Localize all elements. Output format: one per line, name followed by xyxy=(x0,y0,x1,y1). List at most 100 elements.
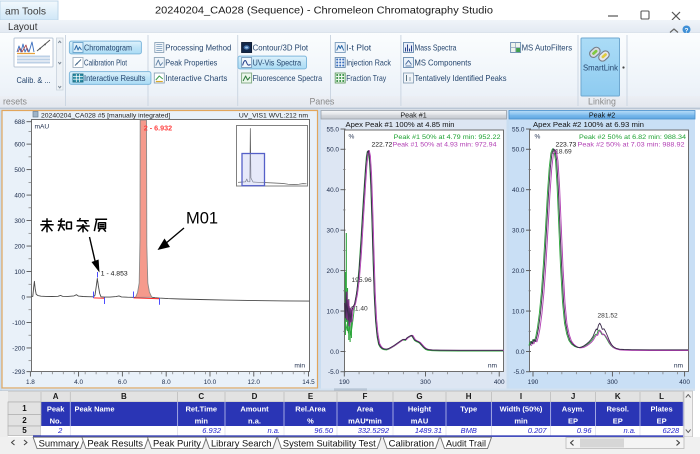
svg-text:No.: No. xyxy=(50,416,62,425)
svg-text:1 - 4.853: 1 - 4.853 xyxy=(101,271,128,278)
svg-text:0.207: 0.207 xyxy=(528,426,548,435)
svg-text:Fraction Tray: Fraction Tray xyxy=(346,73,387,83)
svg-text:Peak Name: Peak Name xyxy=(75,404,115,413)
svg-text:I: I xyxy=(520,392,522,401)
svg-text:Audit Trail: Audit Trail xyxy=(446,438,486,448)
svg-text:EP: EP xyxy=(657,416,667,425)
svg-text:Apex Peak #1 100% at 4.85 min: Apex Peak #1 100% at 4.85 min xyxy=(346,120,455,129)
svg-text:Peak #1 50% at 4.79 min: 952.2: Peak #1 50% at 4.79 min: 952.22 xyxy=(394,134,501,141)
svg-text:Tentatively Identified Peaks: Tentatively Identified Peaks xyxy=(415,73,507,83)
svg-text:Resol.: Resol. xyxy=(606,404,629,413)
svg-text:400: 400 xyxy=(494,379,505,386)
svg-text:300: 300 xyxy=(607,379,618,386)
svg-text:55.0: 55.0 xyxy=(327,126,340,133)
svg-text:688: 688 xyxy=(14,119,25,126)
svg-text:6.0: 6.0 xyxy=(118,379,127,386)
svg-text:12.0: 12.0 xyxy=(248,379,261,386)
svg-text:min: min xyxy=(195,416,209,425)
svg-text:mAU: mAU xyxy=(411,416,429,425)
svg-text:K: K xyxy=(615,392,621,401)
svg-text:Peak #1 50% at 4.93 min: 972.9: Peak #1 50% at 4.93 min: 972.94 xyxy=(393,142,497,149)
svg-text:-200: -200 xyxy=(12,345,25,352)
svg-text:Type: Type xyxy=(460,404,477,413)
svg-text:0.96: 0.96 xyxy=(577,426,592,435)
svg-text:n.a.: n.a. xyxy=(267,426,280,435)
svg-text:Linking: Linking xyxy=(588,97,616,107)
svg-text:Interactive Charts: Interactive Charts xyxy=(165,73,227,83)
svg-text:6228: 6228 xyxy=(663,426,681,435)
svg-text:300: 300 xyxy=(420,379,431,386)
svg-text:H: H xyxy=(466,392,472,401)
svg-text:Peak #2 50% at 6.82 min: 988.3: Peak #2 50% at 6.82 min: 988.34 xyxy=(579,134,686,141)
svg-text:nm: nm xyxy=(488,363,498,370)
svg-text:2: 2 xyxy=(22,416,27,425)
svg-text:EP: EP xyxy=(613,416,623,425)
svg-text:min: min xyxy=(514,416,528,425)
svg-text:400: 400 xyxy=(14,192,25,199)
svg-text:40.0: 40.0 xyxy=(512,187,525,194)
svg-text:0.0: 0.0 xyxy=(516,349,525,356)
svg-text:Width (50%): Width (50%) xyxy=(500,404,543,413)
svg-text:J: J xyxy=(571,392,575,401)
svg-text:min: min xyxy=(294,363,305,370)
svg-text:8.0: 8.0 xyxy=(162,379,171,386)
svg-text:Asym.: Asym. xyxy=(562,404,585,413)
svg-text:-5.0: -5.0 xyxy=(328,369,339,376)
svg-text:resets: resets xyxy=(3,97,28,107)
svg-text:96.50: 96.50 xyxy=(314,426,334,435)
svg-text:Peak Properties: Peak Properties xyxy=(165,58,217,68)
svg-text:n.a.: n.a. xyxy=(623,426,636,435)
svg-text:400: 400 xyxy=(679,379,690,386)
svg-text:Calibration: Calibration xyxy=(389,438,434,448)
svg-text:I-t Plot: I-t Plot xyxy=(346,43,372,53)
svg-text:1.8: 1.8 xyxy=(26,379,35,386)
svg-text:Injection Rack: Injection Rack xyxy=(346,58,391,68)
svg-text:Apex Peak #2 100% at 6.93 min: Apex Peak #2 100% at 6.93 min xyxy=(533,120,644,129)
svg-text:Amount: Amount xyxy=(240,404,269,413)
svg-text:UV_VIS1 WVL:212 nm: UV_VIS1 WVL:212 nm xyxy=(239,113,308,120)
svg-text:Processing Method: Processing Method xyxy=(165,43,231,53)
svg-text:Ret.Time: Ret.Time xyxy=(186,404,218,413)
svg-text:%: % xyxy=(535,134,541,141)
svg-text:20.0: 20.0 xyxy=(512,268,525,275)
svg-text:L: L xyxy=(659,392,664,401)
svg-text:Layout: Layout xyxy=(8,22,38,33)
svg-text:190: 190 xyxy=(528,379,539,386)
svg-text:20240204_CA028 #5 [manually in: 20240204_CA028 #5 [manually integrated] xyxy=(41,113,170,120)
svg-text:G: G xyxy=(416,392,422,401)
svg-text:BMB: BMB xyxy=(461,426,477,435)
svg-text:Calibration Plot: Calibration Plot xyxy=(84,58,127,68)
svg-text:222.72: 222.72 xyxy=(372,142,393,149)
svg-text:500: 500 xyxy=(14,167,25,174)
svg-text:Peak #2: Peak #2 xyxy=(589,110,615,119)
svg-text:Contour/3D Plot: Contour/3D Plot xyxy=(253,43,309,53)
svg-text:Height: Height xyxy=(408,404,432,413)
svg-text:Peak: Peak xyxy=(47,404,65,413)
svg-text:MS AutoFilters: MS AutoFilters xyxy=(522,43,573,53)
svg-text:M01: M01 xyxy=(186,210,218,228)
svg-text:-100: -100 xyxy=(12,320,25,327)
svg-text:195.96: 195.96 xyxy=(352,277,373,284)
svg-text:n.a.: n.a. xyxy=(248,416,261,425)
svg-text:mAU: mAU xyxy=(35,124,50,131)
svg-text:190: 190 xyxy=(339,379,350,386)
svg-text:System Suitability Test: System Suitability Test xyxy=(283,438,376,448)
svg-text:600: 600 xyxy=(14,142,25,149)
svg-text:10.0: 10.0 xyxy=(204,379,217,386)
svg-text:Panes: Panes xyxy=(310,97,336,107)
svg-text:2 - 6.932: 2 - 6.932 xyxy=(144,124,172,133)
svg-text:1: 1 xyxy=(22,404,27,413)
svg-text:-5.0: -5.0 xyxy=(513,369,524,376)
svg-text:Peak #1: Peak #1 xyxy=(400,110,426,119)
svg-text:50.0: 50.0 xyxy=(327,147,340,154)
svg-text:-293: -293 xyxy=(12,369,25,376)
svg-text:Calib. & ...: Calib. & ... xyxy=(17,75,51,85)
svg-text:10.0: 10.0 xyxy=(327,308,340,315)
svg-text:am Tools: am Tools xyxy=(5,7,46,18)
svg-text:10.0: 10.0 xyxy=(512,308,525,315)
svg-text:UV-Vis Spectra: UV-Vis Spectra xyxy=(253,58,302,68)
svg-text:300: 300 xyxy=(14,218,25,225)
svg-text:50.0: 50.0 xyxy=(512,147,525,154)
svg-text:0.0: 0.0 xyxy=(330,349,339,356)
svg-text:55.0: 55.0 xyxy=(512,126,525,133)
